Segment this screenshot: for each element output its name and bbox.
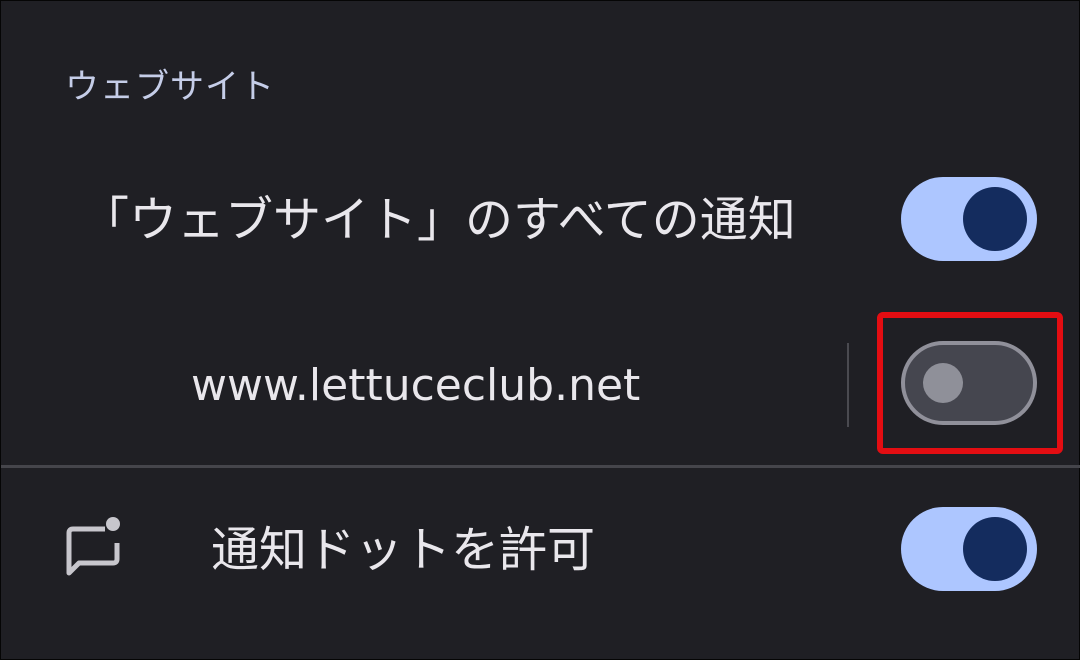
all-notifications-label[interactable]: 「ウェブサイト」のすべての通知	[81, 189, 796, 251]
site-notifications-toggle[interactable]	[901, 341, 1037, 425]
notification-dot-label[interactable]: 通知ドットを許可	[211, 519, 595, 581]
toggle-knob	[963, 187, 1027, 251]
toggle-knob	[923, 363, 963, 403]
toggle-knob	[963, 517, 1027, 581]
all-notifications-toggle[interactable]	[901, 177, 1037, 261]
section-divider	[1, 465, 1080, 468]
vertical-divider	[847, 343, 849, 427]
notification-dot-icon	[66, 517, 120, 576]
notification-dot-toggle[interactable]	[901, 507, 1037, 591]
site-notifications-label[interactable]: www.lettuceclub.net	[191, 357, 640, 415]
section-header-websites: ウェブサイト	[65, 67, 275, 107]
